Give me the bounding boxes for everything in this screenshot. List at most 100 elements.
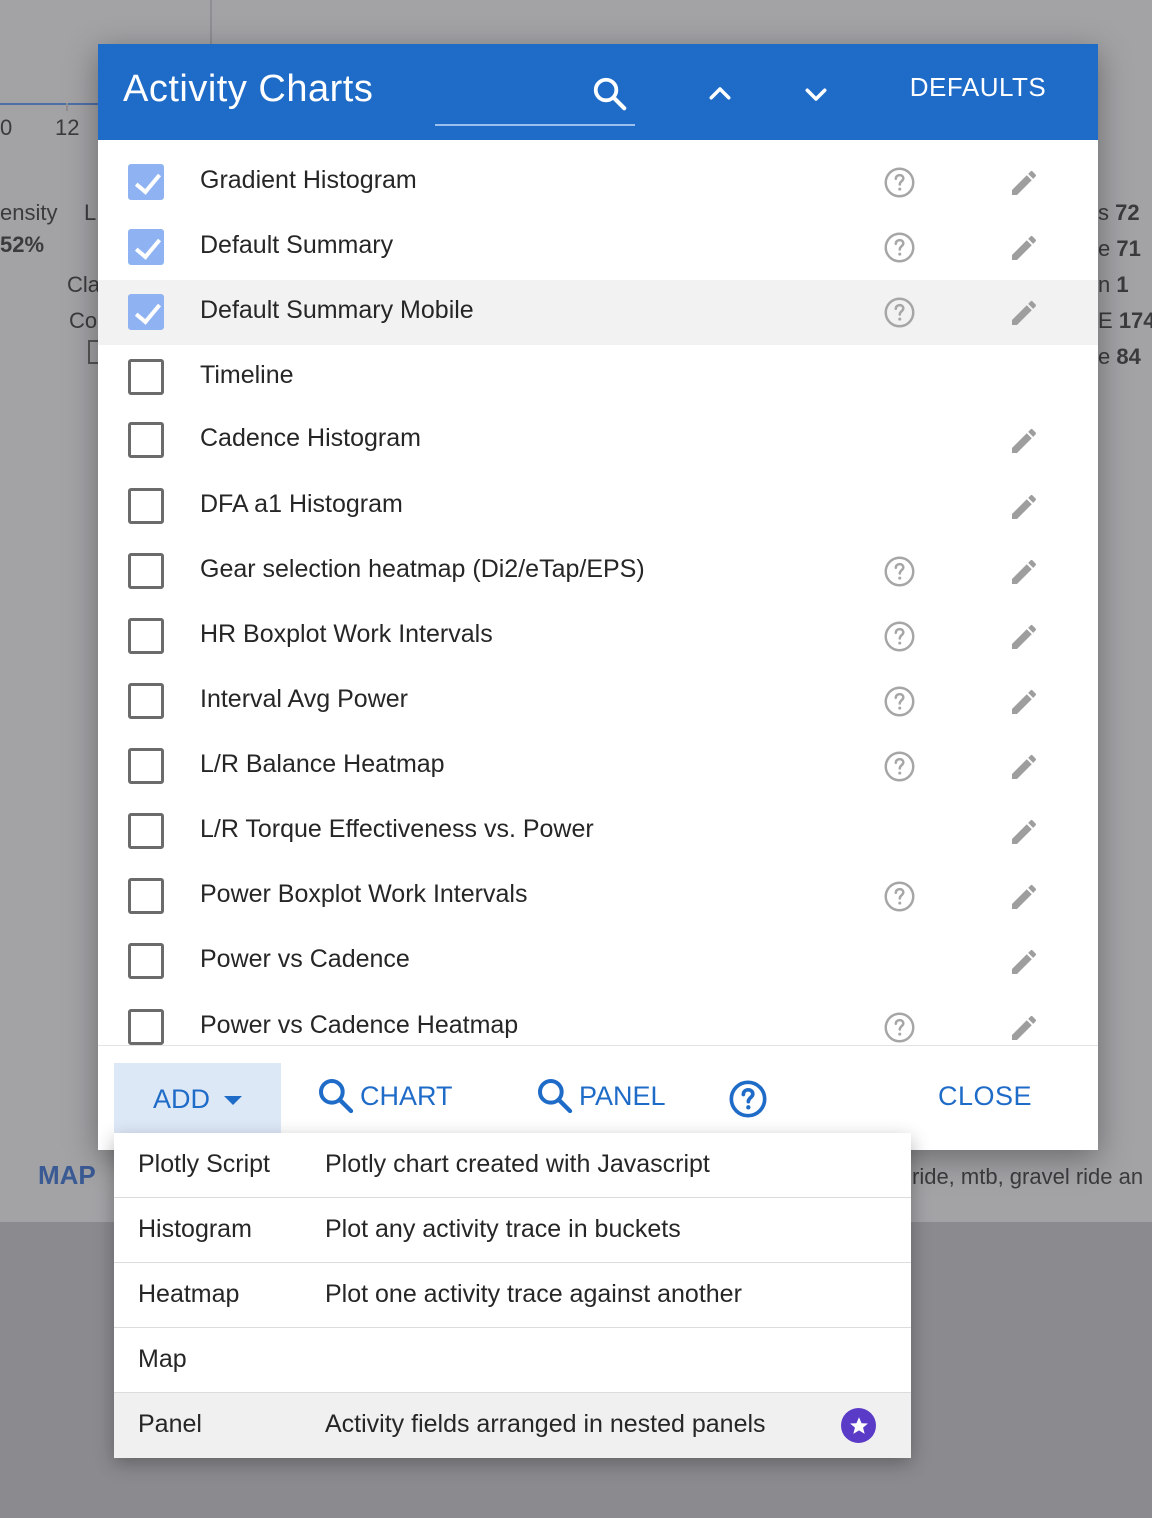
pencil-icon[interactable] [1008, 167, 1040, 199]
add-menu-item[interactable]: Heatmap Plot one activity trace against a… [114, 1263, 911, 1328]
help-circle-icon[interactable] [883, 555, 916, 588]
pencil-icon[interactable] [1008, 297, 1040, 329]
chart-label: Cadence Histogram [200, 424, 421, 452]
chart-list-item[interactable]: Interval Avg Power [98, 669, 1098, 734]
chart-list-item[interactable]: L/R Torque Effectiveness vs. Power [98, 799, 1098, 864]
chart-list-item[interactable]: Timeline [98, 345, 1098, 410]
chart-checkbox[interactable] [128, 1009, 164, 1045]
background-field-label: L [84, 200, 97, 225]
chart-list-item[interactable]: Default Summary [98, 215, 1098, 280]
add-button-label: ADD [152, 1083, 210, 1114]
pencil-icon[interactable] [1008, 751, 1040, 783]
pencil-icon[interactable] [1008, 425, 1040, 457]
dialog-header: Activity Charts DEFAULTS [98, 44, 1098, 140]
chart-list-item[interactable]: Power Boxplot Work Intervals [98, 864, 1098, 929]
menu-item-name: Map [138, 1345, 187, 1373]
dialog-title: Activity Charts [123, 68, 374, 110]
help-circle-icon[interactable] [883, 620, 916, 653]
pencil-icon[interactable] [1008, 816, 1040, 848]
pencil-icon[interactable] [1008, 686, 1040, 718]
chart-button-label: CHART [360, 1080, 453, 1111]
help-circle-icon[interactable] [883, 750, 916, 783]
chart-checkbox[interactable] [128, 553, 164, 589]
menu-item-description: Plot any activity trace in buckets [325, 1215, 681, 1243]
chart-list-item[interactable]: DFA a1 Histogram [98, 474, 1098, 539]
background-axis-tick: 0 [0, 115, 13, 140]
chart-checkbox[interactable] [128, 683, 164, 719]
chart-label: Power Boxplot Work Intervals [200, 880, 528, 908]
chart-list-item[interactable]: Default Summary Mobile [98, 280, 1098, 345]
pencil-icon[interactable] [1008, 491, 1040, 523]
chart-list-item[interactable]: Power vs Cadence [98, 929, 1098, 994]
chart-checkbox[interactable] [128, 294, 164, 330]
background-stat: n 1 [1098, 272, 1129, 297]
menu-item-name: Histogram [138, 1215, 252, 1243]
chart-label: Default Summary Mobile [200, 296, 474, 324]
chart-checkbox[interactable] [128, 229, 164, 265]
pencil-icon[interactable] [1008, 621, 1040, 653]
background-stat: e 84 [1098, 344, 1141, 369]
help-circle-icon[interactable] [883, 1011, 916, 1044]
chart-label: L/R Torque Effectiveness vs. Power [200, 815, 594, 843]
search-panel-button[interactable]: PANEL [535, 1076, 666, 1116]
background-axis-tick: 12 [55, 115, 80, 140]
background-field-label: Cla [67, 272, 101, 297]
defaults-button[interactable]: DEFAULTS [898, 72, 1058, 103]
help-circle-icon[interactable] [883, 880, 916, 913]
pencil-icon[interactable] [1008, 556, 1040, 588]
background-stat: e 71 [1098, 236, 1141, 261]
chart-label: HR Boxplot Work Intervals [200, 620, 493, 648]
chart-checkbox[interactable] [128, 359, 164, 395]
chart-label: Timeline [200, 361, 294, 389]
chart-checkbox[interactable] [128, 618, 164, 654]
background-chart-line [0, 103, 100, 105]
background-map-tab: MAP [38, 1160, 96, 1190]
activity-charts-dialog: Activity Charts DEFAULTS Gradient Histog… [98, 44, 1098, 1150]
chart-checkbox[interactable] [128, 488, 164, 524]
chart-label: Default Summary [200, 231, 394, 259]
pencil-icon[interactable] [1008, 232, 1040, 264]
pencil-icon[interactable] [1008, 881, 1040, 913]
chart-list-item[interactable]: Gradient Histogram [98, 150, 1098, 215]
chart-label: L/R Balance Heatmap [200, 750, 445, 778]
menu-item-name: Heatmap [138, 1280, 240, 1308]
chart-checkbox[interactable] [128, 422, 164, 458]
chart-list: Gradient Histogram Default Summary Default… [98, 140, 1098, 1045]
menu-item-description: Plotly chart created with Javascript [325, 1150, 710, 1178]
pencil-icon[interactable] [1008, 946, 1040, 978]
chart-checkbox[interactable] [128, 748, 164, 784]
help-circle-icon[interactable] [883, 231, 916, 264]
chart-label: DFA a1 Histogram [200, 490, 403, 518]
add-menu-item[interactable]: Histogram Plot any activity trace in buck… [114, 1198, 911, 1263]
add-menu-item[interactable]: Map [114, 1328, 911, 1393]
pencil-icon[interactable] [1008, 1012, 1040, 1044]
chart-checkbox[interactable] [128, 813, 164, 849]
chart-label: Power vs Cadence Heatmap [200, 1011, 519, 1039]
add-menu: Plotly Script Plotly chart created with J… [114, 1133, 911, 1458]
menu-item-description: Activity fields arranged in nested panel… [325, 1410, 766, 1438]
help-circle-icon[interactable] [883, 166, 916, 199]
search-icon[interactable] [588, 72, 632, 116]
chart-checkbox[interactable] [128, 943, 164, 979]
help-circle-icon[interactable] [883, 296, 916, 329]
chevron-up-icon[interactable] [698, 72, 742, 116]
menu-item-name: Plotly Script [138, 1150, 270, 1178]
chart-list-item[interactable]: Power vs Cadence Heatmap [98, 995, 1098, 1045]
chart-list-item[interactable]: L/R Balance Heatmap [98, 734, 1098, 799]
add-button[interactable]: ADD [114, 1063, 281, 1135]
chart-list-item[interactable]: Cadence Histogram [98, 408, 1098, 473]
background-stat: s 72 [1098, 200, 1140, 225]
add-menu-item[interactable]: Plotly Script Plotly chart created with J… [114, 1133, 911, 1198]
close-button[interactable]: CLOSE [938, 1081, 1032, 1112]
background-stat: E 174 [1098, 308, 1152, 333]
chart-checkbox[interactable] [128, 164, 164, 200]
add-menu-item[interactable]: Panel Activity fields arranged in nested … [114, 1393, 911, 1458]
search-chart-button[interactable]: CHART [316, 1076, 453, 1116]
chart-list-item[interactable]: Gear selection heatmap (Di2/eTap/EPS) [98, 539, 1098, 604]
chevron-down-icon[interactable] [794, 72, 838, 116]
chart-list-item[interactable]: HR Boxplot Work Intervals [98, 604, 1098, 669]
help-circle-icon[interactable] [883, 685, 916, 718]
background-field-label: ensity [0, 200, 58, 225]
chart-checkbox[interactable] [128, 878, 164, 914]
help-circle-icon[interactable] [728, 1079, 768, 1119]
